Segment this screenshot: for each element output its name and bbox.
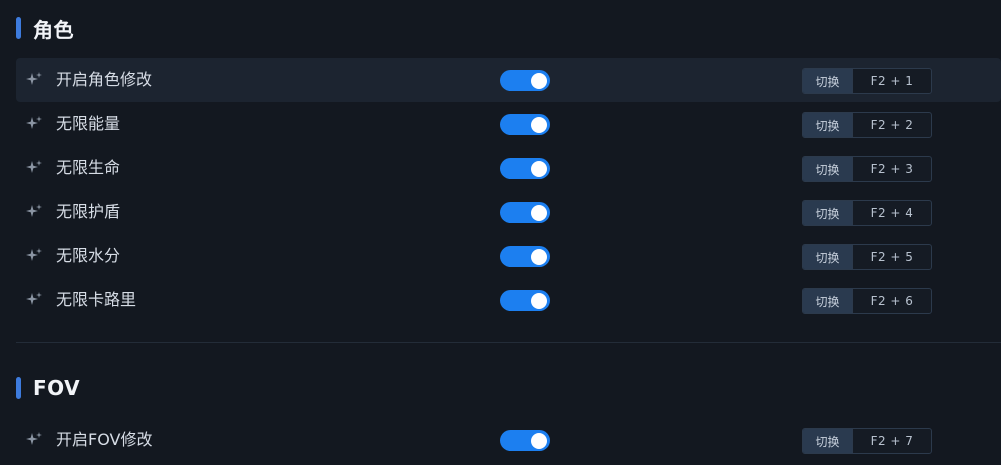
hotkey-switch-label: 切换 (803, 289, 853, 313)
option-label: 无限卡路里 (56, 290, 137, 309)
hotkey-keys: F2 + 6 (870, 294, 914, 308)
hotkey-switch-label: 切换 (803, 157, 853, 181)
option-label: 开启FOV修改 (56, 430, 153, 449)
cheat-settings-page: 角色 开启角色修改 切换 F2 + 1 无限能量 切换 F2 + 2 无限生命 … (0, 0, 1001, 465)
option-toggle[interactable] (500, 430, 550, 451)
option-row[interactable]: 无限生命 切换 F2 + 3 (16, 146, 1001, 190)
hotkey-keys: F2 + 5 (870, 250, 914, 264)
hotkey-switch-label: 切换 (803, 429, 853, 453)
section-accent-bar (16, 17, 21, 39)
hotkey-box[interactable]: 切换 F2 + 6 (802, 288, 932, 314)
hotkey-keys: F2 + 2 (870, 118, 914, 132)
sparkle-icon (26, 432, 42, 445)
option-toggle[interactable] (500, 158, 550, 179)
section-accent-bar (16, 377, 21, 399)
toggle-knob (531, 292, 547, 309)
section-header-character: 角色 (16, 16, 74, 42)
hotkey-keys: F2 + 7 (870, 434, 914, 448)
option-label: 无限水分 (56, 246, 121, 265)
section-title: FOV (33, 376, 81, 400)
option-label: 无限生命 (56, 158, 121, 177)
hotkey-switch-label: 切换 (803, 245, 853, 269)
sparkle-icon (26, 292, 42, 305)
option-row[interactable]: 无限护盾 切换 F2 + 4 (16, 190, 1001, 234)
hotkey-switch-label: 切换 (803, 113, 853, 137)
section-header-fov: FOV (16, 376, 80, 400)
hotkey-box[interactable]: 切换 F2 + 3 (802, 156, 932, 182)
option-label: 无限能量 (56, 114, 121, 133)
toggle-knob (531, 72, 547, 89)
option-toggle[interactable] (500, 70, 550, 91)
hotkey-box[interactable]: 切换 F2 + 5 (802, 244, 932, 270)
option-row[interactable]: 无限水分 切换 F2 + 5 (16, 234, 1001, 278)
hotkey-switch-label: 切换 (803, 201, 853, 225)
hotkey-box[interactable]: 切换 F2 + 2 (802, 112, 932, 138)
option-row[interactable]: 无限卡路里 切换 F2 + 6 (16, 278, 1001, 322)
option-toggle[interactable] (500, 246, 550, 267)
sparkle-icon (26, 72, 42, 85)
option-row[interactable]: 开启角色修改 切换 F2 + 1 (16, 58, 1001, 102)
option-toggle[interactable] (500, 202, 550, 223)
option-toggle[interactable] (500, 290, 550, 311)
sparkle-icon (26, 204, 42, 217)
toggle-knob (531, 116, 547, 133)
sparkle-icon (26, 116, 42, 129)
toggle-knob (531, 432, 547, 449)
sparkle-icon (26, 160, 42, 173)
toggle-knob (531, 160, 547, 177)
hotkey-box[interactable]: 切换 F2 + 1 (802, 68, 932, 94)
toggle-knob (531, 248, 547, 265)
hotkey-box[interactable]: 切换 F2 + 7 (802, 428, 932, 454)
hotkey-keys: F2 + 1 (870, 74, 914, 88)
hotkey-switch-label: 切换 (803, 69, 853, 93)
option-label: 开启角色修改 (56, 70, 153, 89)
toggle-knob (531, 204, 547, 221)
hotkey-keys: F2 + 4 (870, 206, 914, 220)
section-divider (16, 342, 1001, 343)
option-toggle[interactable] (500, 114, 550, 135)
section-title: 角色 (33, 17, 74, 42)
hotkey-keys: F2 + 3 (870, 162, 914, 176)
sparkle-icon (26, 248, 42, 261)
hotkey-box[interactable]: 切换 F2 + 4 (802, 200, 932, 226)
option-row[interactable]: 无限能量 切换 F2 + 2 (16, 102, 1001, 146)
option-row[interactable]: 开启FOV修改 切换 F2 + 7 (16, 418, 1001, 462)
option-label: 无限护盾 (56, 202, 121, 221)
